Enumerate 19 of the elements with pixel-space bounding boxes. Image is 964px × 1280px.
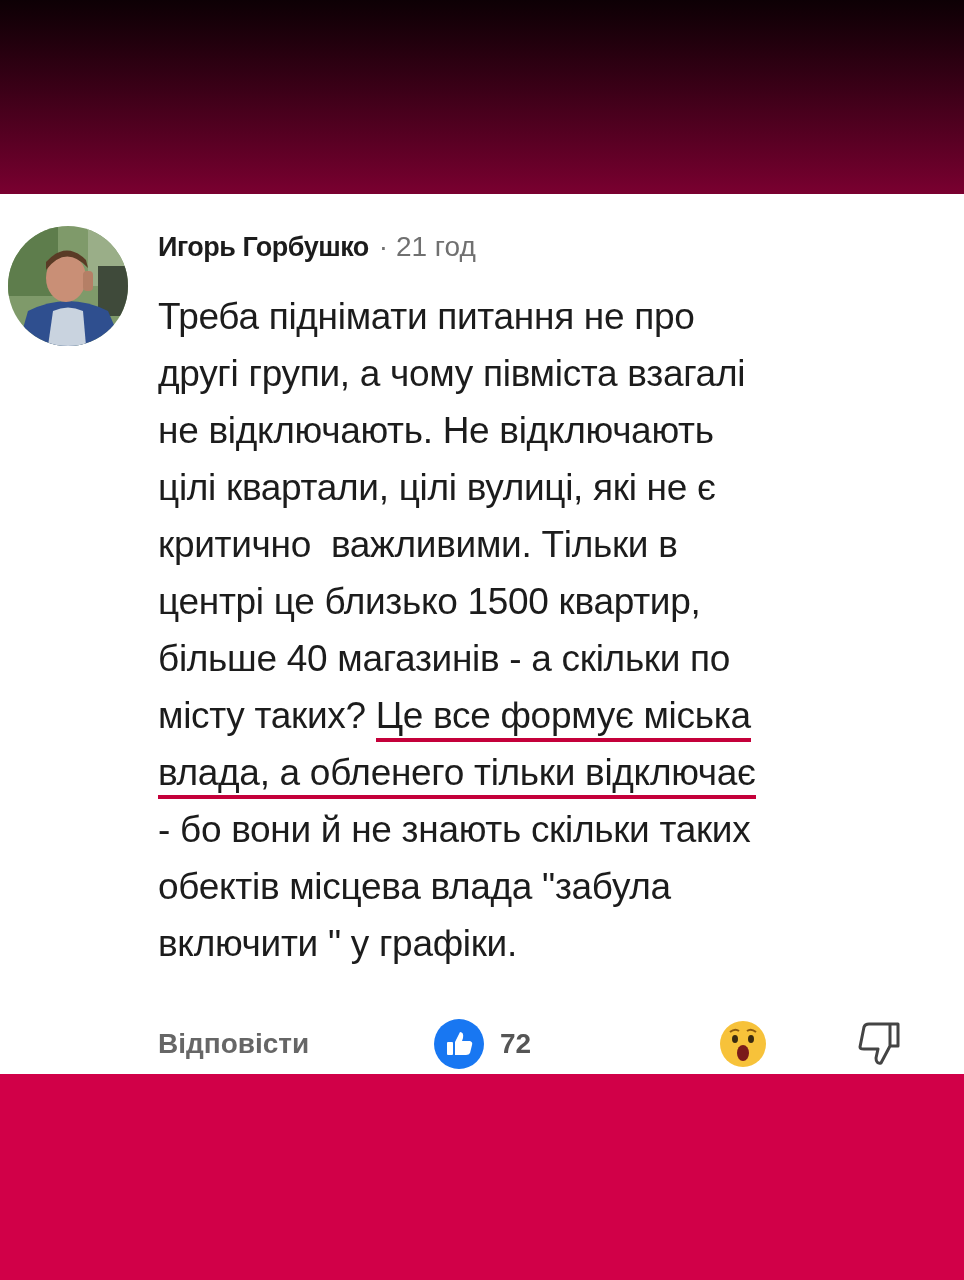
author-name[interactable]: Игорь Горбушко — [158, 227, 369, 268]
thumbs-down-icon[interactable] — [856, 1021, 902, 1068]
comment-text-line: не відключають. Не відключають — [158, 409, 715, 454]
comment-text-line: - бо вони й не знають скільки таких — [158, 808, 752, 853]
comment-text-line: другі групи, а чому півміста взагалі — [158, 352, 747, 397]
comment-text-line: Треба піднімати питання не про — [158, 295, 696, 340]
like-count: 72 — [500, 1027, 533, 1062]
thumbs-up-icon — [434, 1019, 484, 1070]
comment-text-line: цілі квартали, цілі вулиці, які не є — [158, 466, 717, 511]
surprised-face-icon[interactable] — [720, 1021, 766, 1068]
comment-text-line: включити " у графіки. — [158, 922, 518, 967]
comment-text-line: центрі це близько 1500 квартир, — [158, 580, 702, 625]
reply-link[interactable]: Відповісти — [158, 1023, 434, 1066]
comment-text-line: критично важливими. Тільки в — [158, 523, 679, 568]
comment-text-line: обектів місцева влада "забула — [158, 865, 672, 910]
comment-text-line: місту таких? Це все формує міська — [158, 687, 756, 745]
comment-time: · 21 год — [378, 230, 476, 265]
comment-text-line: влада, а обленего тільки відключає — [158, 744, 756, 802]
comment-text-line: більше 40 магазинів - а скільки по — [158, 637, 732, 682]
